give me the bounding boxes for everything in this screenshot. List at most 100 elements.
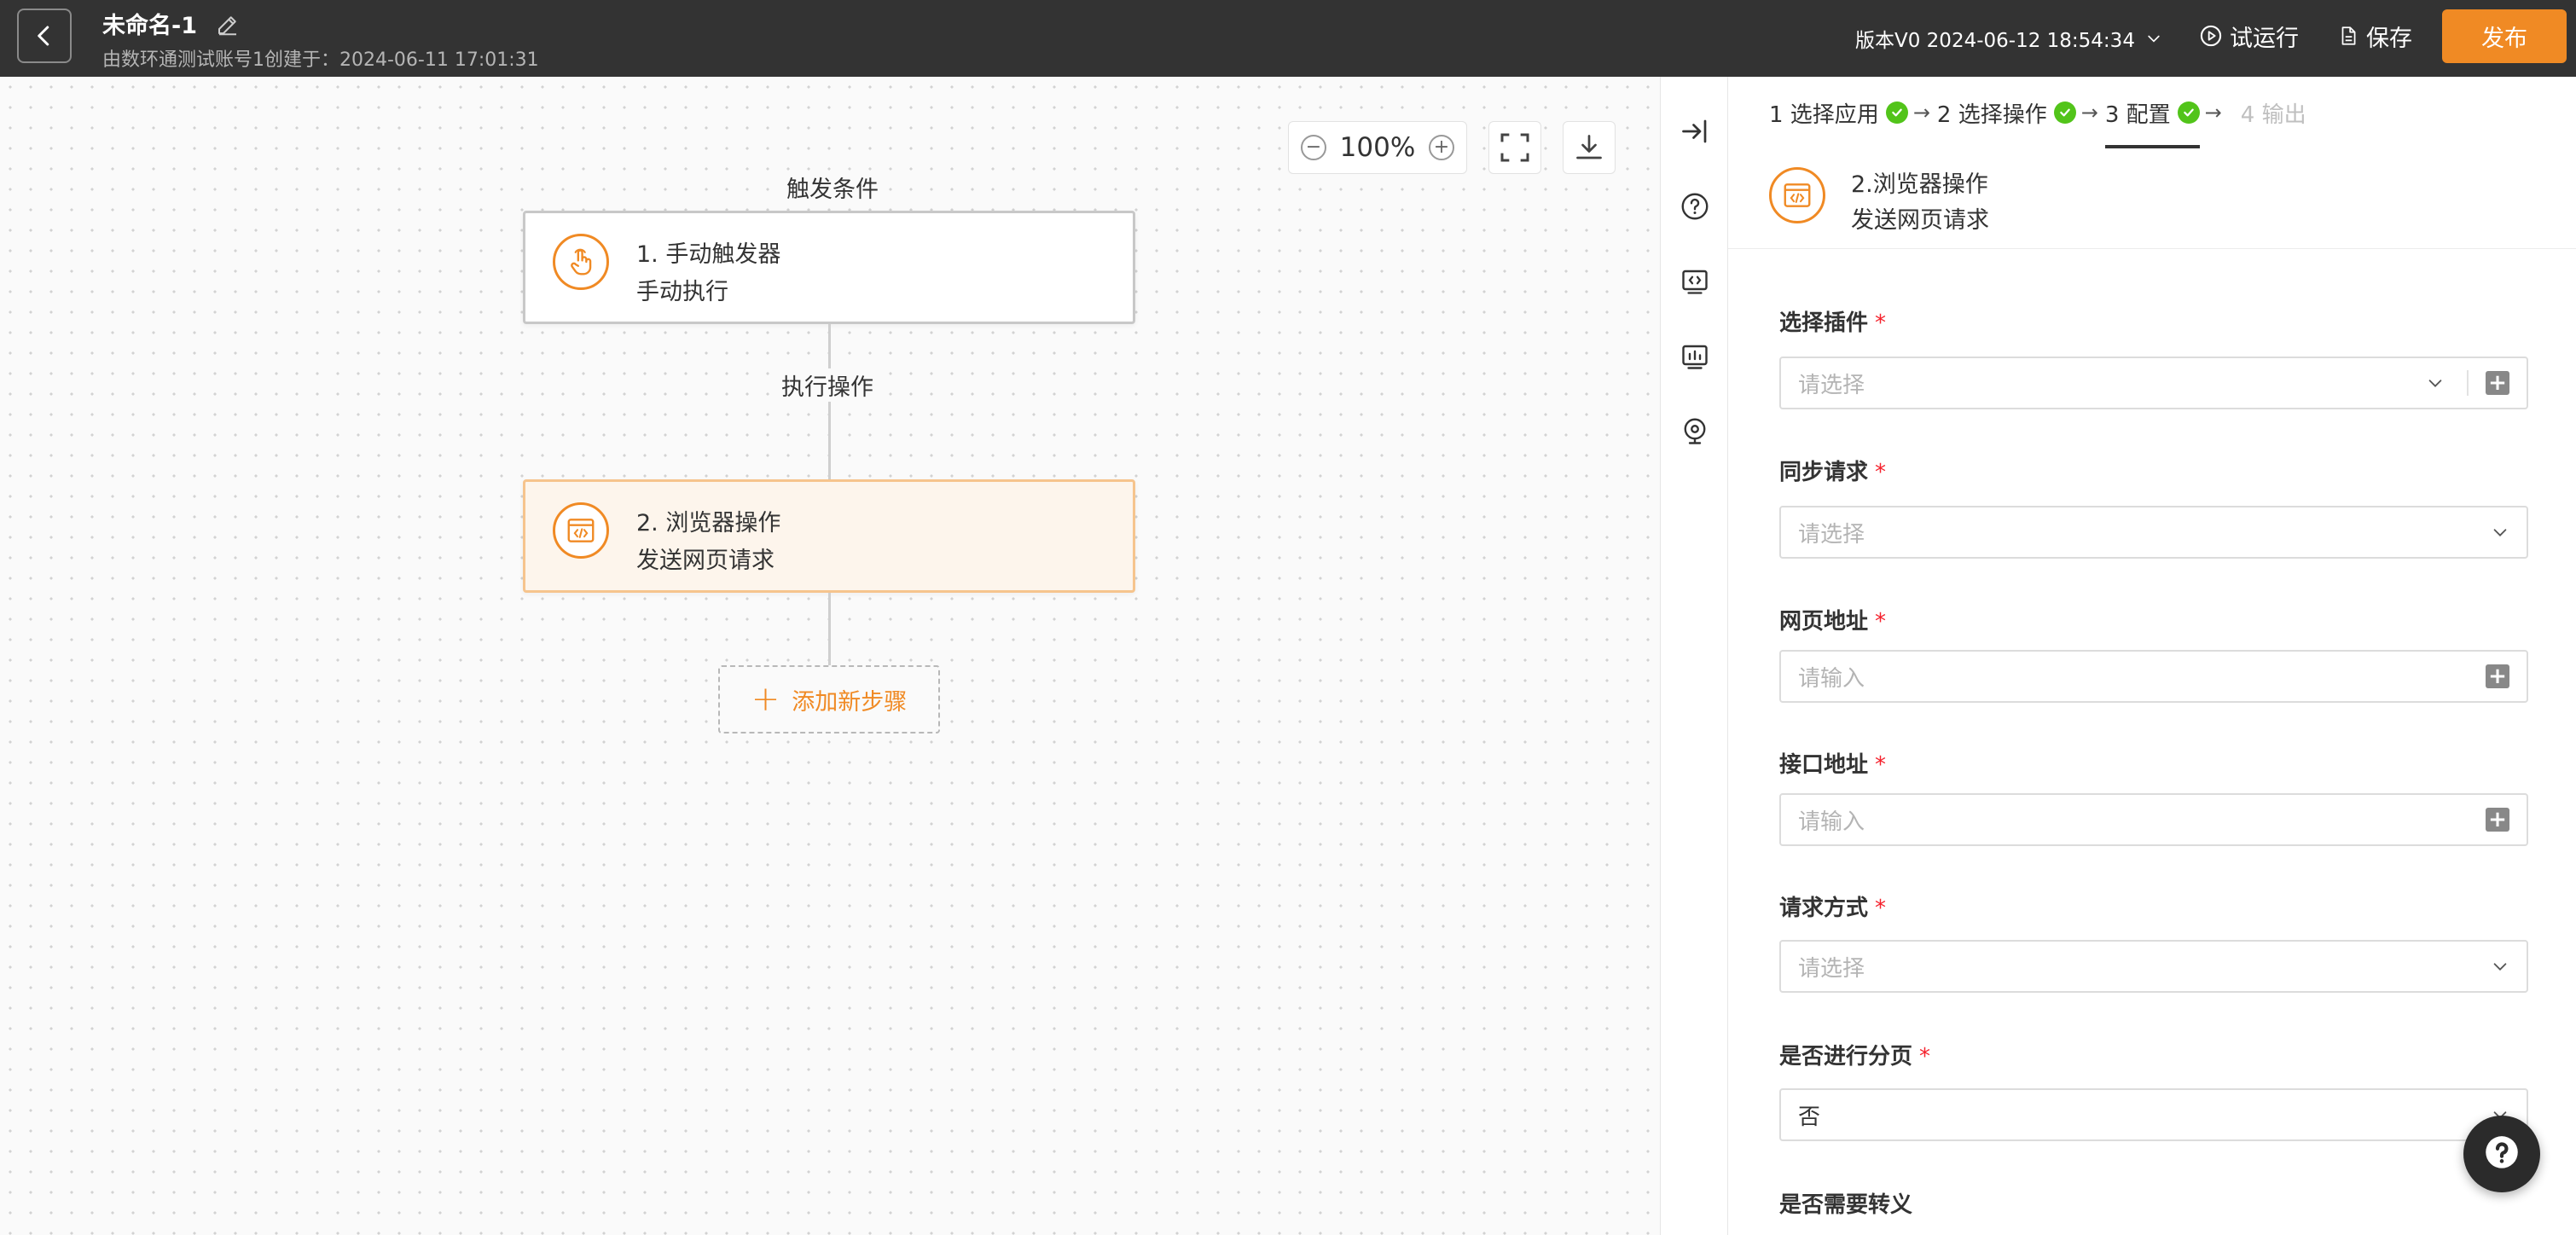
edit-icon[interactable] <box>215 12 241 38</box>
step-label: 1 选择应用 <box>1769 101 1879 128</box>
config-steps: 1 选择应用 → 2 选择操作 → 3 配置 → 4 输出 <box>1728 77 2576 148</box>
required-mark: * <box>1919 1044 1931 1070</box>
publish-button[interactable]: 发布 <box>2442 9 2567 63</box>
check-circle-icon <box>2177 101 2200 124</box>
code-view-button[interactable] <box>1678 264 1712 299</box>
trigger-section-label: 触发条件 <box>781 171 884 204</box>
code-window-icon <box>1682 270 1708 294</box>
field-label-text: 同步请求 <box>1779 460 1869 485</box>
field-placeholder: 请输入 <box>1798 809 1865 835</box>
field-divider <box>2467 370 2469 396</box>
node-icon-wrap <box>553 502 609 559</box>
required-mark: * <box>1875 609 1887 635</box>
side-toolbar <box>1660 77 1728 1235</box>
field-placeholder: 请选择 <box>1798 955 1865 982</box>
collapse-right-icon <box>1682 119 1707 143</box>
version-label: 版本V0 2024-06-12 18:54:34 <box>1855 30 2135 52</box>
help-bubble-icon <box>2486 1136 2518 1168</box>
request-method-select[interactable]: 请选择 <box>1779 940 2528 993</box>
save-button[interactable]: 保存 <box>2337 19 2412 53</box>
check-circle-icon <box>1885 101 1908 124</box>
download-button[interactable] <box>1563 121 1616 174</box>
chevron-down-icon <box>2493 529 2507 536</box>
field-label-text: 是否需要转义 <box>1779 1192 1913 1218</box>
add-step-label: 添加新步骤 <box>792 688 908 716</box>
node-title: 2. 浏览器操作 <box>636 510 781 536</box>
page-url-input[interactable]: 请输入 + <box>1779 650 2528 703</box>
test-run-button[interactable]: 试运行 <box>2199 19 2299 53</box>
arrow-right-icon: → <box>2204 101 2222 125</box>
help-button[interactable] <box>1678 189 1712 223</box>
created-info: 由数环通测试账号1创建于：2024-06-11 17:01:31 <box>102 49 539 71</box>
pagination-select[interactable]: 否 <box>1779 1088 2528 1141</box>
save-label: 保存 <box>2366 25 2412 52</box>
api-url-input[interactable]: 请输入 + <box>1779 793 2528 846</box>
step-configure[interactable]: 3 配置 <box>2104 77 2200 148</box>
arrow-right-icon: → <box>1912 101 1930 125</box>
field-label-api-url: 接口地址 * <box>1779 747 1886 779</box>
play-circle-icon <box>2200 25 2222 47</box>
step-label: 2 选择操作 <box>1936 101 2047 128</box>
field-label-text: 接口地址 <box>1779 752 1869 778</box>
field-label-pagination: 是否进行分页 * <box>1779 1039 1930 1070</box>
node-icon-wrap <box>553 234 609 290</box>
fullscreen-icon <box>1500 133 1529 162</box>
step-label: 3 配置 <box>2104 101 2171 128</box>
logs-button[interactable] <box>1678 339 1712 374</box>
config-panel: 1 选择应用 → 2 选择操作 → 3 配置 → 4 输出 2.浏览器操作 发送… <box>1728 77 2576 1235</box>
flow-canvas[interactable]: − 100% + 触发条件 1. 手动触发器 手动执行 执行操作 2. 浏览器操… <box>0 77 1660 1235</box>
step-select-app[interactable]: 1 选择应用 <box>1769 77 1908 148</box>
field-label-sync: 同步请求 * <box>1779 455 1886 486</box>
insert-variable-icon[interactable]: + <box>2486 664 2509 688</box>
top-header: 未命名-1 由数环通测试账号1创建于：2024-06-11 17:01:31 版… <box>0 0 2576 77</box>
field-placeholder: 请输入 <box>1798 665 1865 692</box>
step-output[interactable]: 4 输出 <box>2241 77 2306 148</box>
field-label-text: 选择插件 <box>1779 310 1869 336</box>
field-label-text: 网页地址 <box>1779 609 1869 635</box>
sync-request-select[interactable]: 请选择 <box>1779 506 2528 559</box>
trigger-node[interactable]: 1. 手动触发器 手动执行 <box>523 211 1135 324</box>
selected-node-title: 2.浏览器操作 <box>1851 171 1988 198</box>
zoom-out-button[interactable]: − <box>1301 135 1326 160</box>
plugin-select[interactable]: 请选择 + <box>1779 357 2528 409</box>
node-subtitle: 手动执行 <box>636 279 728 305</box>
field-label-page-url: 网页地址 * <box>1779 604 1886 635</box>
field-value: 否 <box>1798 1104 1821 1130</box>
location-pin-icon <box>1684 418 1706 444</box>
field-label-escape: 是否需要转义 <box>1779 1187 1912 1219</box>
collapse-panel-button[interactable] <box>1678 114 1712 148</box>
document-icon <box>2341 26 2356 45</box>
chevron-down-icon <box>2148 35 2160 43</box>
zoom-level: 100% <box>1339 132 1416 163</box>
chevron-left-icon <box>38 26 49 46</box>
browser-code-icon <box>1784 183 1811 207</box>
test-run-label: 试运行 <box>2230 25 2299 52</box>
required-mark: * <box>1875 460 1887 485</box>
add-step-button[interactable]: + 添加新步骤 <box>718 665 940 733</box>
back-button[interactable] <box>17 9 72 63</box>
floating-help-button[interactable] <box>2463 1116 2540 1192</box>
download-icon <box>1576 135 1602 159</box>
chevron-down-icon <box>2428 380 2442 387</box>
debug-button[interactable] <box>1678 415 1712 449</box>
field-placeholder: 请选择 <box>1798 372 1865 398</box>
field-placeholder: 请选择 <box>1798 521 1865 548</box>
browser-code-icon <box>567 519 595 542</box>
zoom-in-button[interactable]: + <box>1428 135 1454 160</box>
zoom-control: − 100% + <box>1288 121 1467 174</box>
insert-variable-icon[interactable]: + <box>2486 808 2509 832</box>
browser-action-node[interactable]: 2. 浏览器操作 发送网页请求 <box>523 479 1135 593</box>
fit-view-button[interactable] <box>1488 121 1541 174</box>
version-selector[interactable]: 版本V0 2024-06-12 18:54:34 <box>1855 24 2162 53</box>
step-label: 4 输出 <box>2240 101 2306 128</box>
insert-variable-icon[interactable]: + <box>2486 371 2509 395</box>
action-section-label: 执行操作 <box>776 368 879 402</box>
plus-icon: + <box>751 680 780 719</box>
hand-pointer-icon <box>571 248 592 275</box>
required-mark: * <box>1875 310 1887 336</box>
required-mark: * <box>1875 752 1887 778</box>
field-label-plugin: 选择插件 * <box>1779 305 1886 337</box>
required-mark: * <box>1875 896 1887 921</box>
selected-node-subtitle: 发送网页请求 <box>1851 207 1989 234</box>
step-select-action[interactable]: 2 选择操作 <box>1937 77 2076 148</box>
